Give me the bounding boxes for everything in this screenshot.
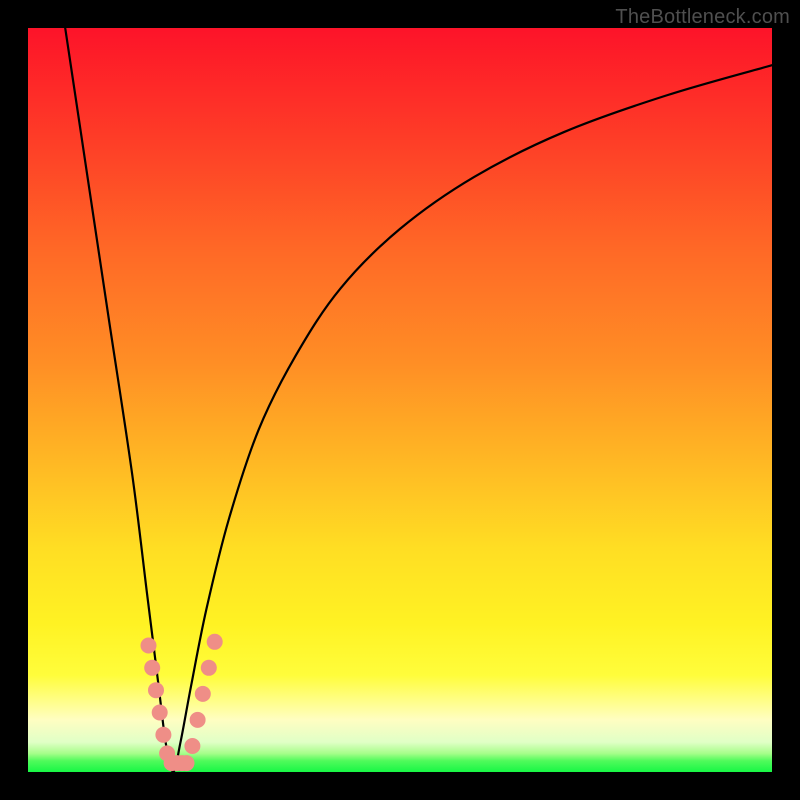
highlight-dot xyxy=(190,712,206,728)
highlight-dot xyxy=(155,727,171,743)
highlight-dot xyxy=(148,682,164,698)
watermark-text: TheBottleneck.com xyxy=(615,6,790,29)
highlight-dot xyxy=(184,738,200,754)
highlight-dot xyxy=(144,660,160,676)
highlight-dot xyxy=(152,705,168,721)
highlight-dot xyxy=(207,634,223,650)
highlight-dot xyxy=(195,686,211,702)
chart-overlay-svg xyxy=(28,28,772,772)
chart-frame: TheBottleneck.com xyxy=(0,0,800,800)
highlight-dot-group xyxy=(141,634,223,771)
highlight-dot xyxy=(141,638,157,654)
bottleneck-curve-line xyxy=(65,28,772,772)
highlight-dot xyxy=(179,755,195,771)
highlight-dot xyxy=(201,660,217,676)
